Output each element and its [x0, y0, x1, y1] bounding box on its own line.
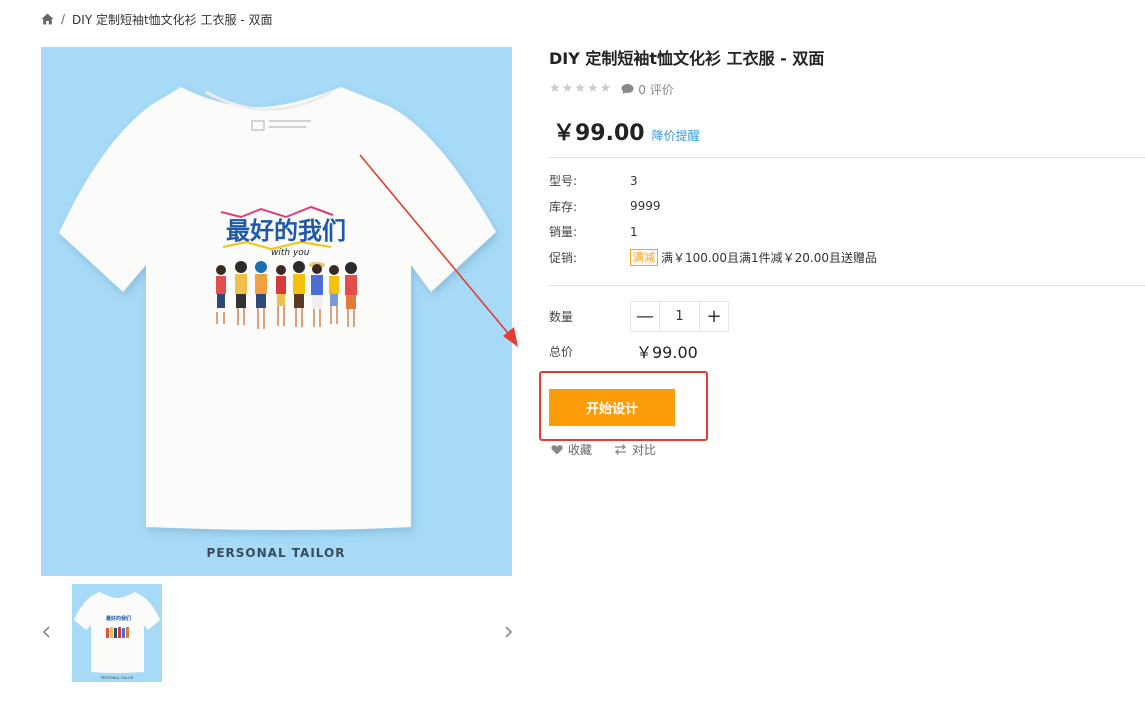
thumbnail-gallery: 最好的我们 PERSONAL TAILOR: [41, 584, 514, 682]
quantity-label: 数量: [549, 310, 574, 324]
star-icon: ★: [586, 81, 599, 96]
star-icon: ★: [599, 81, 612, 96]
prop-label: 库存:: [549, 199, 578, 214]
product-price: ￥99.00: [553, 121, 645, 146]
rating-row: ★ ★ ★ ★ ★ 0 评价: [549, 81, 1145, 97]
home-icon[interactable]: [41, 13, 54, 25]
promotion-badge: 满减: [630, 248, 658, 266]
heart-icon: [551, 444, 563, 454]
print-subtitle: with you: [271, 248, 310, 258]
divider: [549, 285, 1145, 286]
favorite-button[interactable]: 收藏: [551, 441, 592, 458]
prop-model: 型号: 3: [549, 168, 1145, 194]
compare-label: 对比: [632, 442, 657, 457]
star-icon: ★: [549, 81, 561, 96]
quantity-row: 数量 — +: [549, 301, 1145, 332]
favorite-label: 收藏: [568, 442, 593, 457]
divider: [549, 157, 1145, 158]
prop-stock: 库存: 9999: [549, 194, 1145, 220]
prop-value: 1: [630, 224, 638, 239]
rating-stars[interactable]: ★ ★ ★ ★ ★: [549, 82, 611, 96]
price-row: ￥99.00 降价提醒: [549, 115, 1145, 146]
compare-arrows-icon: [615, 443, 627, 455]
start-design-button[interactable]: 开始设计: [549, 389, 675, 426]
total-price: ￥99.00: [636, 343, 698, 362]
prop-label: 促销:: [549, 250, 578, 265]
image-footer-text: PERSONAL TAILOR: [207, 546, 346, 560]
print-title: 最好的我们: [226, 217, 346, 245]
tshirt-illustration: 最好的我们 with you PERSONAL TAILOR: [59, 87, 496, 560]
star-icon: ★: [574, 81, 586, 96]
prop-promotion: 促销: 满减 满￥100.00且满1件减￥20.00且送赠品: [549, 245, 1145, 271]
product-title: DIY 定制短袖t恤文化衫 工衣服 - 双面: [549, 49, 825, 68]
chevron-left-icon[interactable]: [41, 624, 53, 640]
quantity-stepper: — +: [630, 301, 729, 332]
breadcrumb: / DIY 定制短袖t恤文化衫 工衣服 - 双面: [41, 10, 272, 28]
total-row: 总价 ￥99.00: [549, 340, 1145, 362]
price-alert-link[interactable]: 降价提醒: [652, 127, 700, 144]
prop-label: 型号:: [549, 174, 578, 189]
decrease-quantity-button[interactable]: —: [631, 302, 659, 331]
product-info: DIY 定制短袖t恤文化衫 工衣服 - 双面 ★ ★ ★ ★ ★ 0 评价 ￥9…: [549, 47, 1145, 362]
promotion-text: 满￥100.00且满1件减￥20.00且送赠品: [661, 250, 877, 265]
product-properties: 型号: 3 库存: 9999 销量: 1 促销: 满减 满￥100.00且满1件…: [549, 168, 1145, 270]
prop-value: 9999: [630, 199, 661, 214]
chevron-right-icon[interactable]: [502, 624, 514, 640]
thumbnail-tshirt-illustration: 最好的我们 PERSONAL TAILOR: [74, 592, 160, 680]
increase-quantity-button[interactable]: +: [700, 302, 728, 331]
prop-sales: 销量: 1: [549, 219, 1145, 245]
total-label: 总价: [549, 344, 574, 359]
thumbnail-footer-text: PERSONAL TAILOR: [101, 676, 134, 680]
star-icon: ★: [561, 81, 574, 96]
compare-button[interactable]: 对比: [614, 441, 656, 458]
prop-value: 3: [630, 173, 638, 188]
product-main-image[interactable]: 最好的我们 with you PERSONAL TAILOR: [41, 47, 512, 576]
breadcrumb-current[interactable]: DIY 定制短袖t恤文化衫 工衣服 - 双面: [72, 11, 272, 28]
reviews-link[interactable]: 0 评价: [621, 81, 674, 98]
promotion-value: 满减 满￥100.00且满1件减￥20.00且送赠品: [630, 248, 877, 266]
breadcrumb-separator: /: [61, 12, 66, 26]
quantity-input[interactable]: [659, 302, 700, 331]
thumbnail-print-title: 最好的我们: [106, 615, 131, 622]
prop-label: 销量:: [549, 225, 578, 240]
comment-icon: [621, 84, 634, 94]
product-actions: 收藏 对比: [551, 440, 678, 458]
reviews-count: 0 评价: [638, 82, 674, 97]
thumbnail-image[interactable]: 最好的我们 PERSONAL TAILOR: [72, 584, 162, 682]
